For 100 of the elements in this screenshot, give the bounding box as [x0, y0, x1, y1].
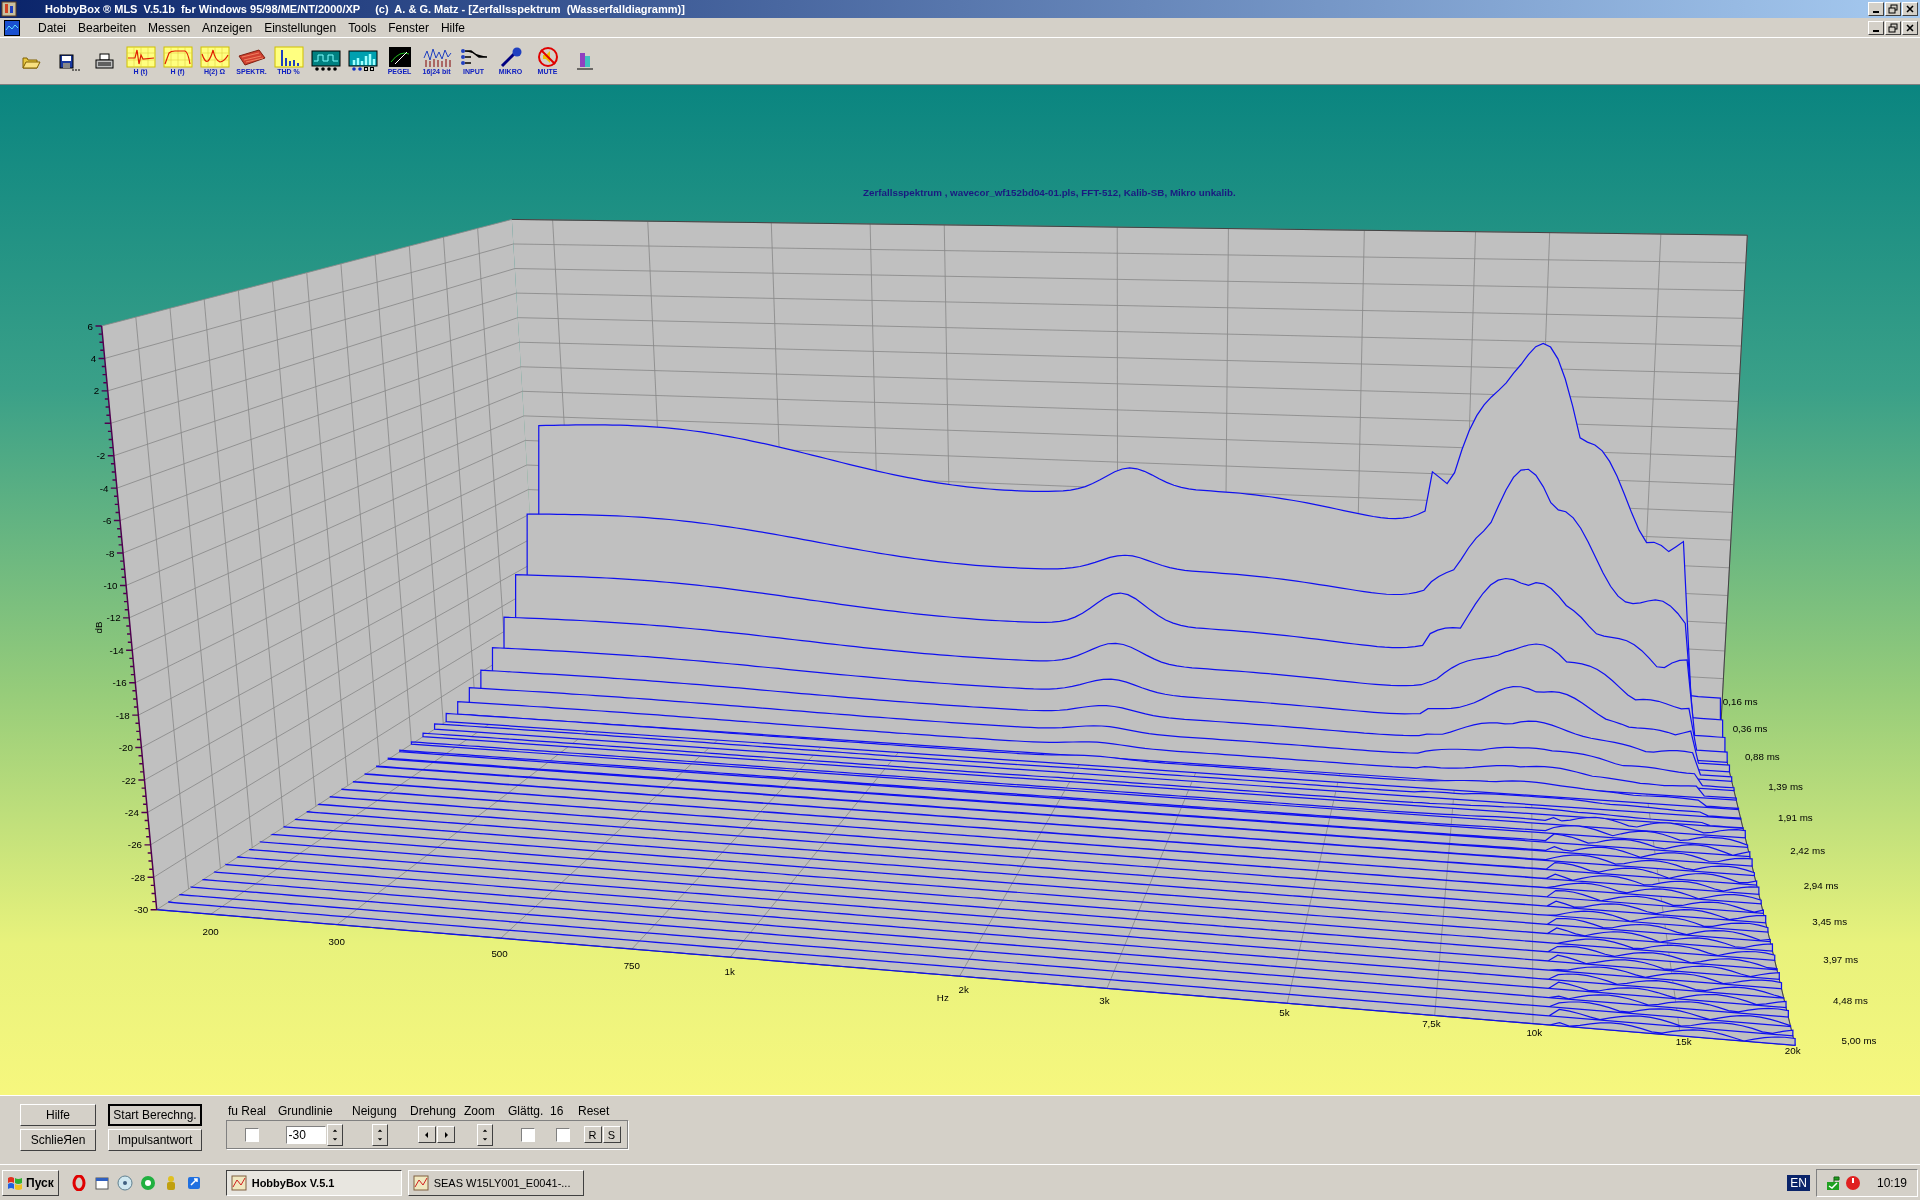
network-icon[interactable]	[1824, 1174, 1841, 1191]
power-icon[interactable]	[1844, 1174, 1861, 1191]
restore-button[interactable]	[1885, 20, 1901, 35]
minimize-button[interactable]	[1868, 2, 1884, 16]
axis-label: 1,39 ms	[1768, 780, 1803, 792]
taskbar-button[interactable]: SEAS W15LY001_E0041-...	[407, 1169, 584, 1196]
app-icon	[1, 1, 17, 17]
axis-label: -22	[121, 774, 136, 786]
restore-icon	[1888, 4, 1898, 14]
dialog-button[interactable]: Hilfe	[20, 1104, 96, 1126]
axis-label: 6	[87, 320, 94, 332]
field-label: Glättg.	[507, 1104, 545, 1118]
axis-label: -28	[130, 871, 146, 883]
axis-title: dB	[92, 621, 104, 634]
taskbar-button[interactable]: HobbyBox V.5.1	[225, 1169, 402, 1196]
field-label: Grundlinie	[277, 1104, 334, 1118]
axis-label: -14	[109, 644, 124, 656]
axis-label: 500	[491, 948, 508, 959]
minimize-icon	[1873, 11, 1879, 13]
dialog-button[interactable]: SchlieЯen	[20, 1129, 96, 1151]
minimize-icon	[1873, 29, 1879, 32]
menu-item[interactable]: Datei	[32, 20, 72, 35]
field-label: Zoom	[463, 1104, 496, 1118]
chat-icon[interactable]	[139, 1174, 156, 1191]
spin-button[interactable]	[477, 1123, 493, 1146]
close-button[interactable]	[1902, 2, 1918, 16]
menu-item[interactable]: Messen	[142, 20, 197, 35]
field-label: Neigung	[351, 1104, 398, 1118]
calendar-icon[interactable]	[93, 1174, 110, 1191]
axis-label: -30	[134, 904, 149, 916]
menu-item[interactable]: Tools	[342, 20, 383, 35]
axis-label: -2	[96, 450, 106, 462]
menu-item[interactable]: Einstellungen	[258, 20, 343, 35]
axis-label: 1,91 ms	[1777, 812, 1813, 824]
checkbox[interactable]	[556, 1127, 570, 1142]
axis-label: -4	[99, 482, 109, 494]
dialog-button[interactable]: Impulsantwort	[108, 1129, 202, 1151]
axis-label: -26	[127, 839, 143, 851]
axis-label: -16	[112, 677, 127, 689]
menu-item[interactable]: Anzeigen	[196, 20, 259, 35]
menu-item[interactable]: Bearbeiten	[72, 20, 143, 35]
axis-label: 200	[202, 926, 219, 938]
axis-label: 20k	[1784, 1044, 1801, 1056]
axis-label: -6	[102, 515, 112, 527]
windows-logo-icon	[7, 1174, 23, 1191]
restore-icon	[1888, 22, 1898, 33]
right-arrow-button[interactable]	[436, 1126, 455, 1143]
document-icon[interactable]	[4, 19, 20, 36]
axis-label: 2,42 ms	[1790, 845, 1826, 856]
field-label: Reset	[577, 1104, 611, 1118]
axis-label: -18	[115, 709, 130, 721]
axis-label: 0,88 ms	[1744, 750, 1780, 762]
close-button[interactable]	[1902, 20, 1918, 35]
axis-label: 300	[328, 935, 345, 947]
clock: 10:19	[1875, 1175, 1907, 1190]
axis-label: 0,16 ms	[1722, 696, 1758, 708]
chart-title: Zerfallsspektrum , wavecor_wf152bd04-01.pls, FFT-512, Kalib-SB, Mikro unkalib.	[863, 187, 1236, 199]
number-field[interactable]: -30	[285, 1125, 326, 1144]
chart-icon	[230, 1174, 247, 1191]
minimize-button[interactable]	[1868, 20, 1884, 35]
menu-item[interactable]: Hilfe	[434, 20, 471, 35]
axis-label: 3k	[1099, 995, 1110, 1007]
axis-label: 2,94 ms	[1803, 880, 1839, 892]
axis-label: 5k	[1279, 1007, 1290, 1019]
axis-label: 10k	[1526, 1026, 1543, 1038]
reset-button[interactable]: R	[583, 1126, 602, 1143]
axis-label: 15k	[1675, 1036, 1692, 1048]
axis-label: 5,00 ms	[1841, 1035, 1877, 1047]
checkbox[interactable]	[245, 1127, 259, 1142]
axis-label: 1k	[724, 966, 735, 978]
restore-button[interactable]	[1885, 2, 1901, 16]
spin-button[interactable]	[372, 1123, 388, 1146]
axis-label: 4,48 ms	[1833, 995, 1868, 1007]
ring-icon[interactable]	[70, 1174, 87, 1191]
axis-label: -10	[103, 580, 118, 592]
axis-label: 4	[90, 353, 97, 365]
axis-label: 2k	[958, 984, 969, 996]
field-label: 16	[549, 1104, 565, 1118]
menu-item[interactable]: Fenster	[382, 20, 435, 35]
axis-label: -8	[105, 547, 115, 559]
checkbox[interactable]	[521, 1127, 535, 1142]
disc-icon[interactable]	[116, 1174, 133, 1191]
start-button[interactable]: Пуск	[2, 1169, 59, 1196]
axis-label: 2	[93, 385, 100, 397]
language-indicator[interactable]: EN	[1787, 1174, 1810, 1191]
axis-label: -20	[118, 742, 133, 754]
spin-button[interactable]	[326, 1123, 343, 1146]
axis-label: 750	[623, 960, 640, 972]
field-label: Drehung	[409, 1104, 458, 1118]
axis-label: 7,5k	[1422, 1018, 1441, 1030]
close-icon	[1905, 22, 1915, 33]
axis-label: -24	[124, 807, 139, 819]
axis-label: 0,36 ms	[1732, 722, 1768, 734]
switch-icon	[458, 46, 489, 68]
left-arrow-button[interactable]	[417, 1126, 436, 1143]
field-label: fu Real	[227, 1104, 268, 1118]
reset-button[interactable]: S	[602, 1126, 621, 1143]
axis-label: 3,45 ms	[1812, 916, 1848, 928]
axis-label: -12	[106, 612, 121, 624]
dialog-button[interactable]: Start Berechng.	[108, 1104, 202, 1126]
